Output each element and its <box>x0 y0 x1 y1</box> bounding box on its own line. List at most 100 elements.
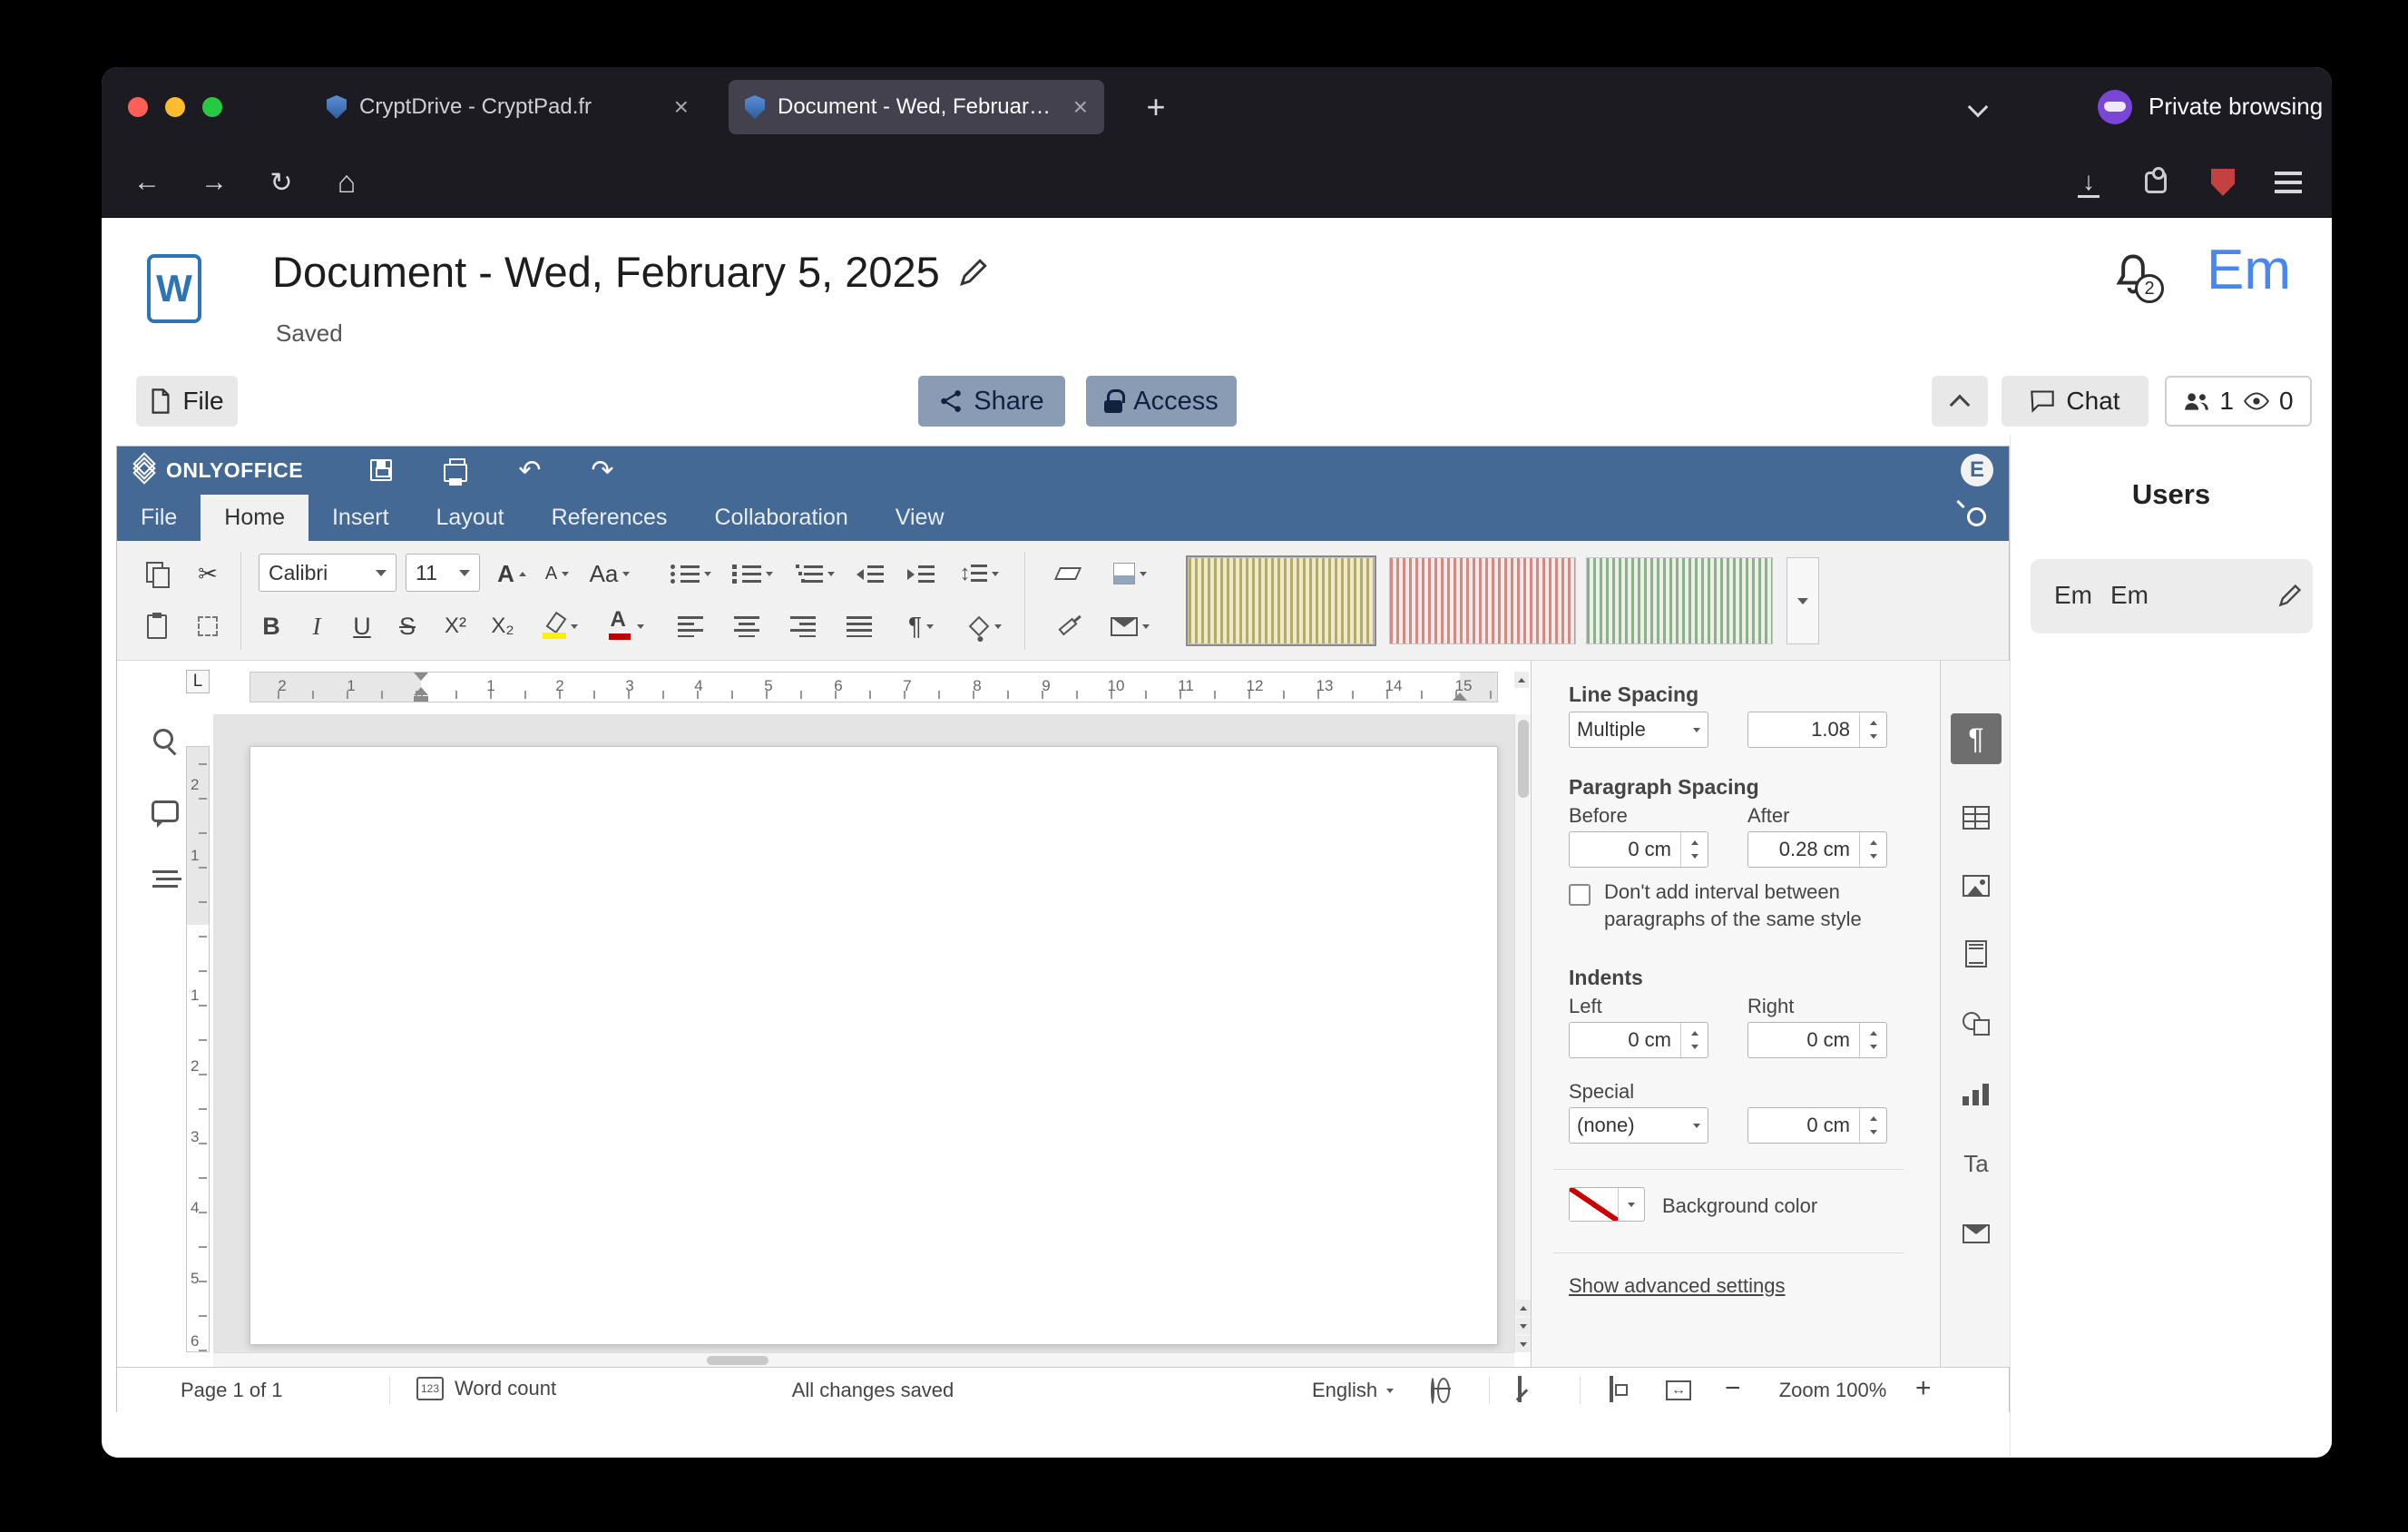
spinner-steppers[interactable] <box>1859 832 1886 867</box>
fit-width-button[interactable]: ↔ <box>1666 1380 1691 1400</box>
left-indent-marker[interactable] <box>414 696 428 702</box>
redo-button[interactable]: ↷ <box>582 451 623 489</box>
scroll-up-button[interactable] <box>1514 672 1529 688</box>
style-preview-2[interactable] <box>1389 557 1576 644</box>
scrollbar-thumb[interactable] <box>1518 720 1529 798</box>
downloads-button[interactable]: ↓ <box>2067 161 2110 204</box>
align-left-button[interactable] <box>669 606 712 646</box>
zoom-out-button[interactable]: − <box>1725 1373 1741 1404</box>
no-interval-checkbox[interactable] <box>1569 884 1591 906</box>
zoom-in-button[interactable]: + <box>1915 1373 1932 1404</box>
underline-button[interactable]: U <box>342 606 382 646</box>
previous-page-button[interactable] <box>1516 1300 1531 1316</box>
spacing-after-spinner[interactable]: 0.28 cm <box>1747 831 1887 868</box>
tab-close-icon[interactable]: × <box>1073 94 1088 120</box>
page-indicator[interactable]: Page 1 of 1 <box>181 1379 283 1402</box>
scrollbar-thumb[interactable] <box>707 1356 768 1365</box>
superscript-button[interactable]: X² <box>433 606 478 646</box>
vertical-ruler[interactable]: 2 1 1 2 3 4 5 6 <box>186 746 210 1352</box>
tab-document-active[interactable]: Document - Wed, February 5, 2 × <box>729 80 1104 134</box>
paste-button[interactable] <box>135 606 179 646</box>
vertical-scrollbar[interactable] <box>1514 714 1531 1352</box>
clear-style-button[interactable] <box>1044 554 1091 594</box>
menu-tab-insert[interactable]: Insert <box>308 495 413 541</box>
notifications-button[interactable]: 2 <box>2109 250 2157 298</box>
chevron-down-icon[interactable] <box>1619 1188 1644 1221</box>
comments-button[interactable] <box>142 789 188 834</box>
right-indent-marker[interactable] <box>1453 692 1467 701</box>
share-button[interactable]: Share <box>918 376 1065 427</box>
undo-button[interactable]: ↶ <box>509 451 551 489</box>
print-button[interactable] <box>435 451 476 489</box>
background-color-picker[interactable] <box>1569 1187 1645 1222</box>
multilevel-list-button[interactable] <box>788 554 839 594</box>
menu-tab-references[interactable]: References <box>528 495 691 541</box>
reload-button[interactable]: ↻ <box>259 161 303 204</box>
edit-user-pencil-icon[interactable] <box>2277 583 2303 608</box>
document-language-button[interactable] <box>1431 1380 1434 1403</box>
word-count-button[interactable]: 123 Word count <box>416 1377 556 1400</box>
save-button[interactable] <box>360 451 402 489</box>
access-button[interactable]: Access <box>1086 376 1237 427</box>
font-name-select[interactable]: Calibri <box>259 554 396 592</box>
chart-settings-tab[interactable] <box>1951 1068 2002 1119</box>
app-menu-button[interactable] <box>2266 161 2310 204</box>
paragraph-settings-tab[interactable]: ¶ <box>1951 713 2002 764</box>
navigation-button[interactable] <box>142 858 188 903</box>
tab-close-icon[interactable]: × <box>674 94 689 120</box>
shape-settings-tab[interactable] <box>1951 998 2002 1049</box>
new-tab-button[interactable]: + <box>1136 87 1176 127</box>
change-case-button[interactable]: Aa <box>583 554 636 594</box>
numbering-button[interactable] <box>727 554 778 594</box>
header-footer-settings-tab[interactable] <box>1951 928 2002 979</box>
textart-settings-tab[interactable]: Ta <box>1951 1138 2002 1189</box>
find-button[interactable] <box>142 718 188 763</box>
menu-tab-view[interactable]: View <box>872 495 968 541</box>
file-menu-button[interactable]: File <box>136 376 238 427</box>
first-line-indent-marker[interactable] <box>414 673 428 681</box>
spinner-steppers[interactable] <box>1680 832 1708 867</box>
home-button[interactable]: ⌂ <box>325 161 368 204</box>
spinner-steppers[interactable] <box>1859 1108 1886 1143</box>
indent-left-spinner[interactable]: 0 cm <box>1569 1022 1708 1058</box>
hanging-indent-marker[interactable] <box>414 687 428 695</box>
next-page-button[interactable] <box>1516 1318 1531 1334</box>
forward-button[interactable]: → <box>192 161 236 204</box>
menu-tab-home[interactable]: Home <box>201 495 308 541</box>
special-amount-spinner[interactable]: 0 cm <box>1747 1107 1887 1144</box>
advanced-settings-link[interactable]: Show advanced settings <box>1569 1274 1786 1298</box>
spinner-steppers[interactable] <box>1859 1023 1886 1057</box>
menu-tab-layout[interactable]: Layout <box>413 495 528 541</box>
highlight-color-button[interactable] <box>531 606 589 646</box>
window-close-button[interactable] <box>128 97 148 117</box>
image-settings-tab[interactable] <box>1951 860 2002 911</box>
horizontal-ruler[interactable]: 2 1 1 2 3 4 5 6 7 8 9 10 11 12 13 14 15 <box>250 672 1498 702</box>
spinner-steppers[interactable] <box>1859 712 1886 747</box>
bullets-button[interactable] <box>665 554 716 594</box>
select-all-button[interactable] <box>186 606 230 646</box>
fit-page-button[interactable] <box>1610 1378 1613 1401</box>
copy-style-button[interactable] <box>1044 606 1091 646</box>
paragraph-color-button[interactable] <box>1101 554 1159 594</box>
increase-indent-button[interactable] <box>899 554 943 594</box>
align-center-button[interactable] <box>725 606 768 646</box>
mail-merge-settings-tab[interactable] <box>1951 1208 2002 1259</box>
nonprinting-chars-button[interactable]: ¶ <box>894 606 948 646</box>
increment-font-size-button[interactable]: A <box>491 554 533 594</box>
special-select[interactable]: (none) <box>1569 1107 1708 1144</box>
back-button[interactable]: ← <box>125 161 169 204</box>
tab-stop-selector[interactable]: L <box>186 670 210 693</box>
justify-button[interactable] <box>837 606 881 646</box>
indent-right-spinner[interactable]: 0 cm <box>1747 1022 1887 1058</box>
italic-button[interactable]: I <box>297 606 337 646</box>
ublock-button[interactable] <box>2201 161 2245 204</box>
language-selector[interactable]: English <box>1312 1379 1394 1402</box>
extensions-button[interactable] <box>2134 161 2178 204</box>
style-preview-3[interactable] <box>1586 557 1773 644</box>
account-avatar[interactable]: Em <box>2207 238 2291 302</box>
collapse-toolbar-button[interactable] <box>1932 376 1988 427</box>
document-page[interactable] <box>250 746 1498 1345</box>
chat-button[interactable]: Chat <box>2002 376 2149 427</box>
spell-check-button[interactable] <box>1518 1378 1522 1401</box>
line-spacing-button[interactable] <box>952 554 1006 594</box>
